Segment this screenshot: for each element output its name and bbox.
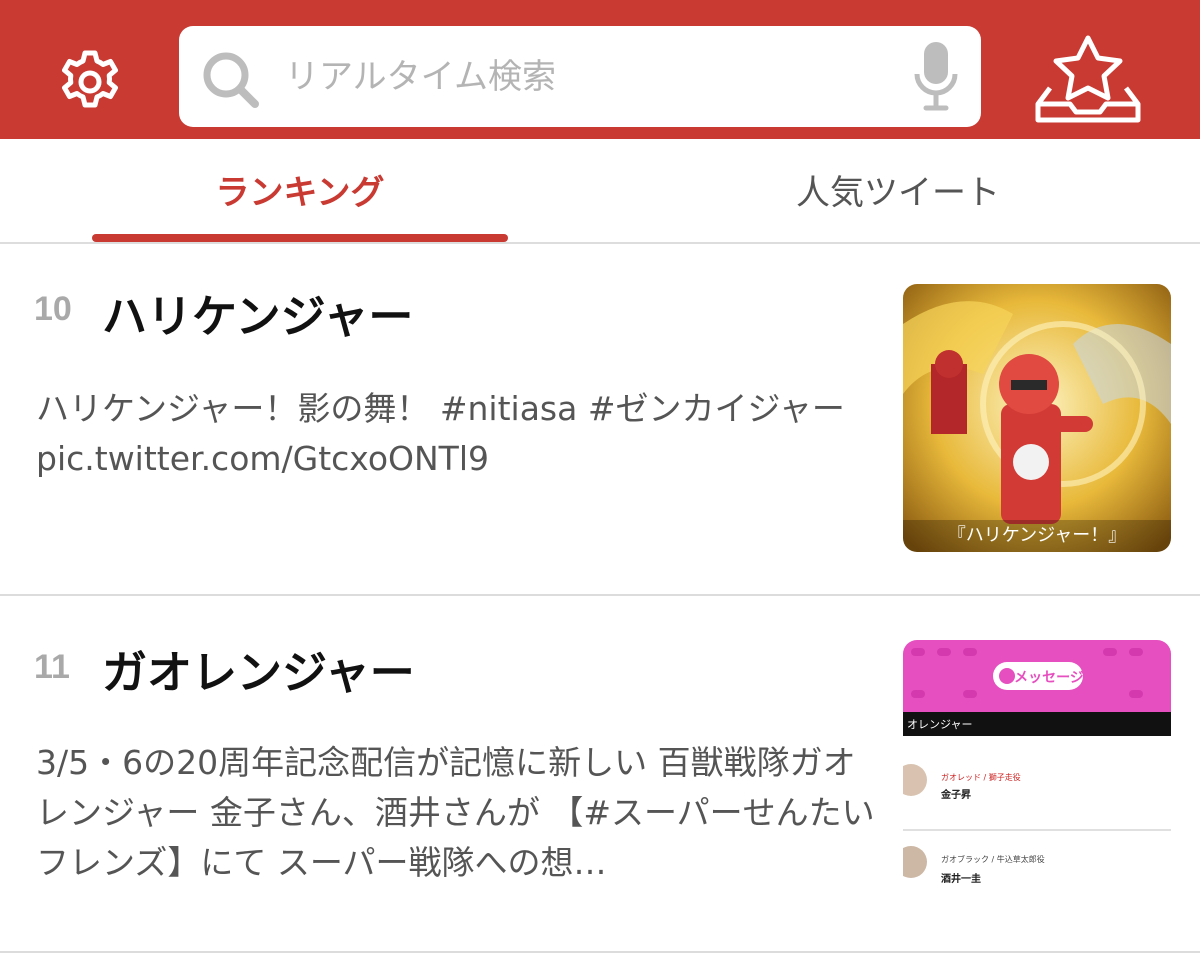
item-title: ハリケンジャー [102,290,414,343]
person-name: 酒井一圭 [941,872,981,885]
item-text: 3/5・6の20周年記念配信が記憶に新しい 百獣戦隊ガオレンジャー 金子さん、酒… [36,743,875,882]
tab-ranking[interactable]: ランキング [92,139,508,239]
rank-number: 11 [34,648,70,686]
active-tab-indicator [92,234,508,242]
person-name: 金子昇 [940,788,971,801]
gear-icon[interactable] [55,47,125,117]
thumbnail-image[interactable]: メッセージ オレンジャー ガオレッド / 獅子走役 金子昇 ガオブラック / 牛… [903,640,1171,900]
person-role: ガオレッド / 獅子走役 [941,772,1021,782]
microphone-icon[interactable] [913,40,959,114]
person-role: ガオブラック / 牛込草太郎役 [941,854,1045,864]
app-header [0,0,1200,139]
star-tray-icon[interactable] [1034,34,1142,124]
thumbnail-section: オレンジャー [907,718,972,731]
thumbnail-image[interactable]: 『ハリケンジャー！』 [903,284,1171,552]
ranking-item[interactable]: 10 ハリケンジャー ハリケンジャー！影の舞！ #nitiasa #ゼンカイジャ… [0,244,1200,596]
search-input[interactable] [285,48,885,106]
item-text: ハリケンジャー！影の舞！ #nitiasa #ゼンカイジャー pic.twitt… [36,389,845,478]
tab-popular-tweets[interactable]: 人気ツイート [690,139,1106,239]
tab-bar: ランキング 人気ツイート [0,139,1200,244]
rank-number: 10 [34,290,72,328]
thumbnail-caption: 『ハリケンジャー！』 [948,525,1127,546]
search-bar[interactable] [179,26,981,127]
ranking-item[interactable]: 11 ガオレンジャー 3/5・6の20周年記念配信が記憶に新しい 百獣戦隊ガオレ… [0,598,1200,953]
thumbnail-header: メッセージ [1014,670,1084,686]
search-icon [203,52,259,108]
item-title: ガオレンジャー [102,646,415,699]
